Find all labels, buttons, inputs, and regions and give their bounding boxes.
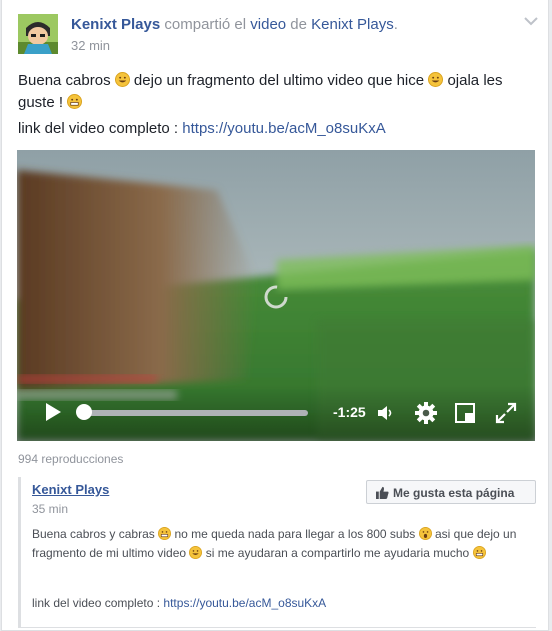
grin-emoji-icon [114,72,130,87]
like-page-button[interactable]: Me gusta esta página [366,480,536,504]
chevron-down-icon[interactable] [522,14,540,26]
volume-icon[interactable] [377,405,395,421]
video-player[interactable]: -1:25 [17,150,535,441]
shared-message-part-1: Buena cabros y cabras [32,527,155,541]
pop-out-icon[interactable] [455,403,475,423]
time-remaining: -1:25 [333,404,366,420]
message-part-2: dejo un fragmento del ultimo video que h… [133,72,425,89]
shared-post: Kenixt Plays 35 min Me gusta esta página… [18,477,536,627]
play-button[interactable] [43,402,63,422]
post-link-line: link del video completo : https://youtu.… [18,118,386,140]
post-card: Kenixt Plays compartió el video de Kenix… [1,0,549,631]
grimace-emoji-icon [67,94,83,109]
shared-link-prefix: link del video completo : [32,596,161,610]
divider [18,627,536,628]
shared-timestamp[interactable]: 35 min [32,502,68,516]
link-prefix: link del video completo : [18,120,179,137]
shared-message-part-4: si me ayudaran a compartirlo me ayudaria… [205,546,470,560]
shared-link-line: link del video completo : https://youtu.… [32,596,326,610]
action-text: compartió el [164,16,247,33]
surprised-emoji-icon [418,527,432,540]
gear-icon[interactable] [415,402,437,424]
grimace-emoji-icon [472,546,486,559]
shared-youtube-link[interactable]: https://youtu.be/acM_o8suKxA [163,596,326,610]
thumbs-up-icon [376,486,389,499]
grin-emoji-icon [428,72,444,87]
shared-message: Buena cabros y cabras no me queda nada p… [32,525,527,563]
youtube-link[interactable]: https://youtu.be/acM_o8suKxA [182,120,385,137]
avatar-image [18,14,58,54]
message-part-1: Buena cabros [18,72,111,89]
view-count: 994 reproducciones [18,452,124,466]
post-message: Buena cabros dejo un fragmento del ultim… [18,70,533,114]
fullscreen-icon[interactable] [495,402,517,424]
avatar[interactable] [18,14,58,54]
preposition-text: de [290,16,307,33]
header-period: . [393,16,398,33]
grimace-emoji-icon [158,527,172,540]
grin-emoji-icon [189,546,203,559]
like-page-label: Me gusta esta página [393,486,515,500]
source-page-link[interactable]: Kenixt Plays [311,16,394,33]
post-header: Kenixt Plays compartió el video de Kenix… [71,16,398,33]
scrubber-handle[interactable] [76,404,92,420]
shared-author-link[interactable]: Kenixt Plays [32,482,109,497]
shared-message-part-2: no me queda nada para llegar a los 800 s… [174,527,416,541]
video-link[interactable]: video [250,16,286,33]
post-timestamp[interactable]: 32 min [71,38,110,53]
scrubber-track[interactable] [80,410,308,416]
loading-spinner-icon [264,285,288,309]
author-link[interactable]: Kenixt Plays [71,16,160,33]
